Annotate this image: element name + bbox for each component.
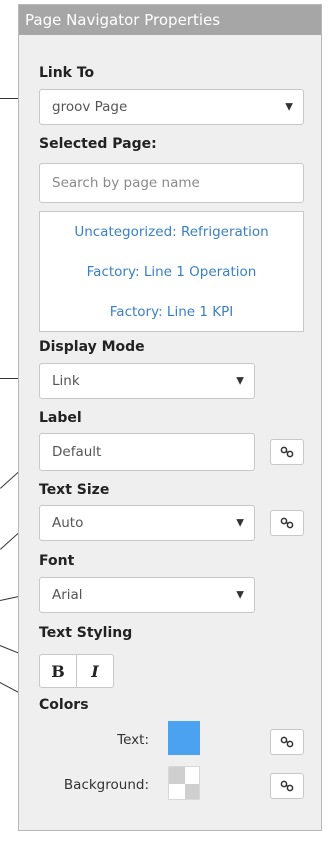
chevron-down-icon: ▼ — [236, 589, 244, 601]
selected-page-label: Selected Page: — [39, 136, 157, 152]
label-link-button[interactable] — [270, 439, 304, 465]
background-color-swatch[interactable] — [168, 766, 200, 800]
page-list-item[interactable]: Factory: Line 1 Operation — [40, 264, 303, 280]
display-mode-value: Link — [52, 373, 80, 389]
panel-title: Page Navigator Properties — [19, 5, 321, 35]
label-input-value: Default — [52, 444, 102, 460]
background-color-link-button[interactable] — [270, 773, 304, 799]
background-color-label: Background: — [63, 777, 149, 793]
page-search-input[interactable]: Search by page name — [39, 163, 304, 203]
font-label: Font — [39, 553, 75, 569]
link-icon — [280, 517, 294, 529]
link-to-select[interactable]: groov Page ▼ — [39, 89, 304, 125]
text-size-value: Auto — [52, 515, 84, 531]
link-to-label: Link To — [39, 65, 95, 81]
text-size-link-button[interactable] — [270, 510, 304, 536]
chevron-down-icon: ▼ — [236, 517, 244, 529]
text-size-select[interactable]: Auto ▼ — [39, 505, 255, 541]
page-list-item[interactable]: Uncategorized: Refrigeration — [40, 224, 303, 240]
page-list-item[interactable]: Factory: Line 1 KPI — [40, 304, 303, 320]
label-input[interactable]: Default — [39, 433, 255, 471]
font-select[interactable]: Arial ▼ — [39, 577, 255, 613]
colors-label: Colors — [39, 697, 89, 713]
text-size-label: Text Size — [39, 482, 110, 498]
text-color-swatch[interactable] — [168, 721, 200, 755]
link-to-value: groov Page — [52, 99, 128, 115]
text-color-link-button[interactable] — [270, 729, 304, 755]
bold-button[interactable]: B — [40, 655, 76, 687]
text-styling-label: Text Styling — [39, 625, 133, 641]
font-value: Arial — [52, 587, 83, 603]
chevron-down-icon: ▼ — [285, 101, 293, 113]
italic-button[interactable]: I — [76, 655, 113, 687]
text-styling-group: B I — [39, 654, 114, 688]
display-mode-select[interactable]: Link ▼ — [39, 363, 255, 399]
link-icon — [280, 446, 294, 458]
label-field-label: Label — [39, 410, 82, 426]
text-color-label: Text: — [117, 732, 149, 748]
chevron-down-icon: ▼ — [236, 375, 244, 387]
link-icon — [280, 736, 294, 748]
page-list: Uncategorized: Refrigeration Factory: Li… — [39, 211, 304, 332]
display-mode-label: Display Mode — [39, 339, 145, 355]
properties-panel: Page Navigator Properties Link To groov … — [18, 4, 322, 831]
link-icon — [280, 780, 294, 792]
page-search-placeholder: Search by page name — [52, 175, 200, 191]
